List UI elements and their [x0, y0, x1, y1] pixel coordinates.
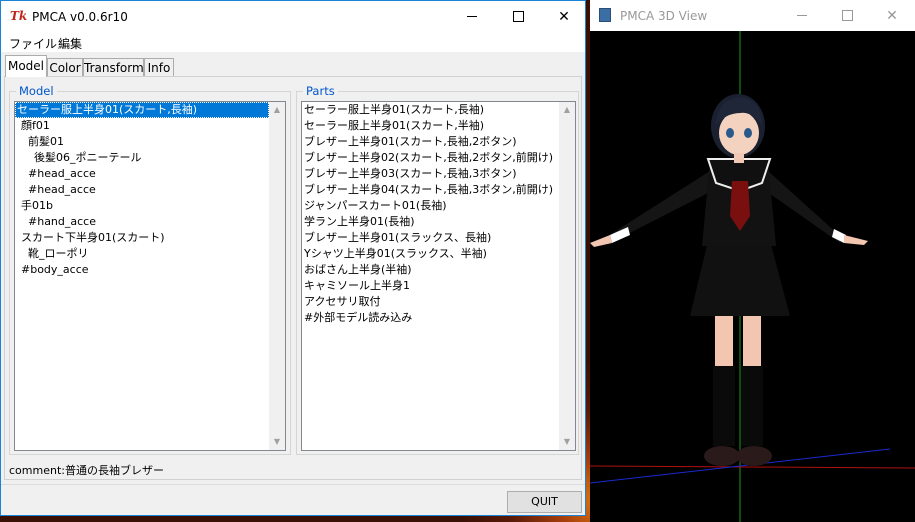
title-bar[interactable]: Tk PMCA v0.0.6r10 ✕ — [1, 1, 585, 32]
right-shoe — [736, 446, 772, 466]
close-icon: ✕ — [558, 8, 570, 25]
title-bar-3d[interactable]: PMCA 3D View ✕ — [590, 0, 915, 31]
model-tab-panel: Model セーラー服上半身01(スカート,長袖) 顔f01 前髪01 後髪06… — [4, 76, 582, 480]
right-hand — [844, 235, 868, 245]
parts-group: Parts セーラー服上半身01(スカート,長袖) セーラー服上半身01(スカー… — [296, 84, 579, 455]
left-shoe — [704, 446, 740, 466]
minimize-button-3d[interactable] — [779, 0, 825, 31]
menu-file[interactable]: ファイル — [9, 35, 57, 52]
tab-model[interactable]: Model — [5, 55, 47, 77]
model-tree-item[interactable]: #body_acce — [15, 262, 285, 278]
model-tree-item[interactable]: 靴_ローポリ — [15, 246, 285, 262]
model-tree-item[interactable]: セーラー服上半身01(スカート,長袖) — [15, 102, 269, 118]
parts-list-item[interactable]: ブレザー上半身03(スカート,長袖,3ボタン) — [302, 166, 575, 182]
view-window-title: PMCA 3D View — [620, 9, 708, 23]
model-group: Model セーラー服上半身01(スカート,長袖) 顔f01 前髪01 後髪06… — [9, 84, 291, 455]
maximize-button[interactable] — [495, 1, 541, 32]
maximize-icon — [841, 10, 853, 21]
minimize-icon — [467, 16, 477, 17]
right-sock — [741, 366, 763, 446]
left-sock — [713, 366, 735, 446]
scroll-down-icon[interactable]: ▼ — [269, 434, 285, 450]
parts-list-item[interactable]: 学ラン上半身01(長袖) — [302, 214, 575, 230]
menu-bar: ファイル 編集 — [1, 32, 585, 52]
skirt — [690, 241, 790, 316]
tab-transform[interactable]: Transform — [83, 58, 144, 76]
model-tree-item[interactable]: 後髪06_ポニーテール — [15, 150, 285, 166]
parts-list-item[interactable]: ジャンパースカート01(長袖) — [302, 198, 575, 214]
minimize-icon — [797, 15, 807, 16]
tab-color[interactable]: Color — [47, 58, 83, 76]
parts-list-item[interactable]: ブレザー上半身01(スラックス、長袖) — [302, 230, 575, 246]
parts-list-item[interactable]: セーラー服上半身01(スカート,長袖) — [302, 102, 575, 118]
right-arm — [766, 171, 840, 243]
parts-list-item[interactable]: セーラー服上半身01(スカート,半袖) — [302, 118, 575, 134]
parts-list-item[interactable]: ブレザー上半身01(スカート,長袖,2ボタン) — [302, 134, 575, 150]
maximize-button-3d[interactable] — [824, 0, 870, 31]
model-tree-item[interactable]: 前髪01 — [15, 134, 285, 150]
close-button-3d[interactable]: ✕ — [869, 0, 915, 31]
maximize-icon — [512, 11, 524, 22]
model-tree-list[interactable]: セーラー服上半身01(スカート,長袖) 顔f01 前髪01 後髪06_ポニーテー… — [14, 101, 286, 451]
parts-list-item[interactable]: おばさん上半身(半袖) — [302, 262, 575, 278]
scroll-down-icon[interactable]: ▼ — [559, 434, 575, 450]
parts-list-item[interactable]: #外部モデル読み込み — [302, 310, 575, 326]
tk-feather-icon: Tk — [10, 9, 28, 23]
left-hand — [590, 235, 612, 247]
parts-list-item[interactable]: Yシャツ上半身01(スラックス、半袖) — [302, 246, 575, 262]
parts-list-item[interactable]: キャミソール上半身1 — [302, 278, 575, 294]
app-window-icon — [599, 8, 611, 22]
pmca-main-window: Tk PMCA v0.0.6r10 ✕ ファイル 編集 Model Color … — [0, 0, 586, 516]
neck — [734, 153, 744, 163]
close-icon: ✕ — [886, 7, 898, 24]
3d-viewport[interactable] — [590, 31, 915, 522]
scroll-up-icon[interactable]: ▲ — [559, 102, 575, 118]
model-group-label: Model — [16, 84, 57, 98]
quit-button[interactable]: QUIT — [507, 491, 582, 513]
character-render — [590, 31, 915, 522]
scroll-up-icon[interactable]: ▲ — [269, 102, 285, 118]
model-tree-item[interactable]: 手01b — [15, 198, 285, 214]
model-tree-item[interactable]: スカート下半身01(スカート) — [15, 230, 285, 246]
parts-list-item[interactable]: ブレザー上半身04(スカート,長袖,3ボタン,前開け) — [302, 182, 575, 198]
x-axis-line — [590, 465, 915, 469]
right-eye — [744, 128, 752, 138]
divider — [1, 484, 585, 485]
menu-edit[interactable]: 編集 — [58, 35, 82, 52]
parts-scrollbar[interactable]: ▲ ▼ — [559, 102, 575, 450]
minimize-button[interactable] — [449, 1, 495, 32]
model-tree-item[interactable]: #head_acce — [15, 182, 285, 198]
tab-info[interactable]: Info — [144, 58, 174, 76]
window-title: PMCA v0.0.6r10 — [32, 10, 128, 24]
model-tree-item[interactable]: 顔f01 — [15, 118, 285, 134]
comment-text: comment:普通の長袖ブレザー — [9, 464, 164, 477]
model-tree-item[interactable]: #head_acce — [15, 166, 285, 182]
parts-group-label: Parts — [303, 84, 338, 98]
left-eye — [726, 128, 734, 138]
close-button[interactable]: ✕ — [541, 1, 587, 32]
parts-list[interactable]: セーラー服上半身01(スカート,長袖) セーラー服上半身01(スカート,半袖) … — [301, 101, 576, 451]
model-scrollbar[interactable]: ▲ ▼ — [269, 102, 285, 450]
face — [719, 111, 759, 155]
model-tree-item[interactable]: #hand_acce — [15, 214, 285, 230]
parts-list-item[interactable]: ブレザー上半身02(スカート,長袖,2ボタン,前開け) — [302, 150, 575, 166]
parts-list-item[interactable]: アクセサリ取付 — [302, 294, 575, 310]
pmca-3d-view-window: PMCA 3D View ✕ — [590, 0, 915, 522]
